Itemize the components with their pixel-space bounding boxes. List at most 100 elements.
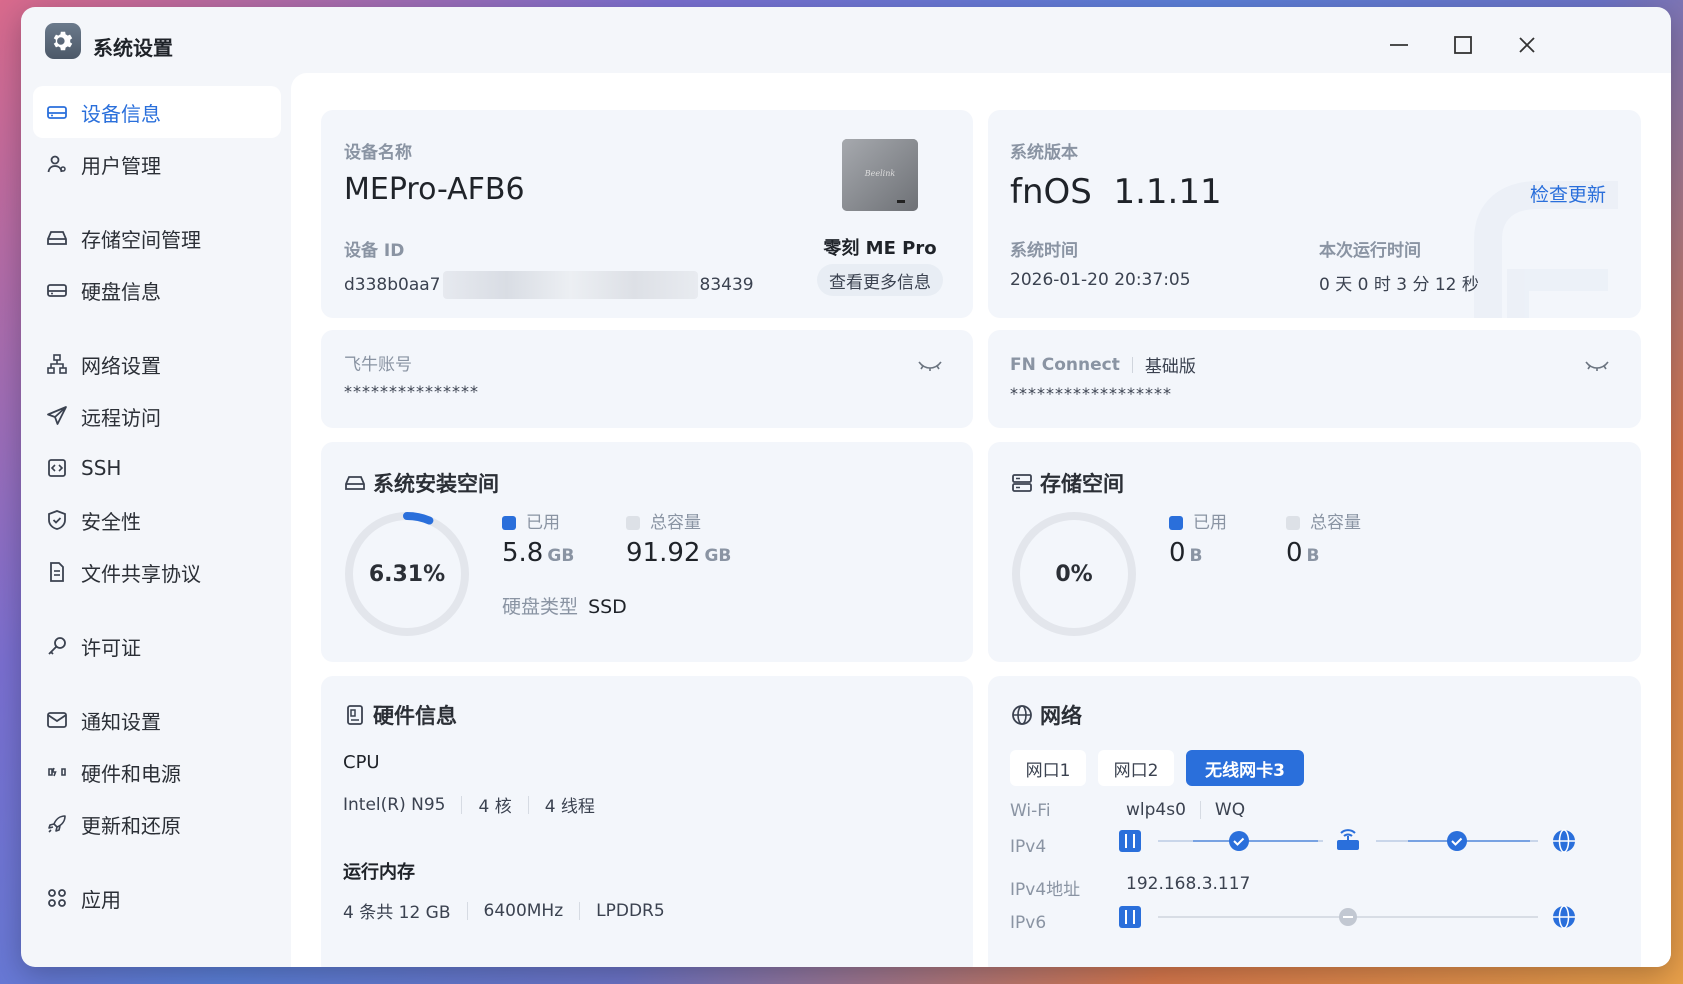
sidebar-item-label: 硬盘信息 xyxy=(81,279,161,304)
mail-icon xyxy=(47,712,67,728)
settings-window: 系统设置 设备信息 用户管理 存储空间管理 硬盘信息 网络设置 远程访问 SSH… xyxy=(21,7,1671,967)
wifi-info: wlp4s0 WQ xyxy=(1126,800,1245,820)
total-legend: 总容量 xyxy=(626,508,701,533)
account-label: 飞牛账号 xyxy=(344,355,412,375)
usage-percent: 0% xyxy=(1055,561,1093,587)
total-value: 91.92 GB xyxy=(626,538,731,568)
uptime-label: 本次运行时间 xyxy=(1319,241,1421,261)
legend-label: 已用 xyxy=(526,513,560,533)
used-value: 0B xyxy=(1169,538,1203,568)
sidebar-item-user-management[interactable]: 用户管理 xyxy=(33,138,281,190)
ipv4-connection-diagram xyxy=(1119,829,1575,853)
system-time-label: 系统时间 xyxy=(1010,241,1078,261)
sidebar: 设备信息 用户管理 存储空间管理 硬盘信息 网络设置 远程访问 SSH 安全性 xyxy=(21,77,291,967)
sidebar-item-hardware-power[interactable]: 硬件和电源 xyxy=(33,746,281,798)
check-icon xyxy=(1229,831,1249,851)
wifi-ssid: WQ xyxy=(1214,800,1246,820)
memory-total: 4 条共 12 GB xyxy=(343,903,451,923)
power-icon xyxy=(48,767,66,777)
sidebar-item-label: 应用 xyxy=(81,887,121,912)
network-icon xyxy=(47,354,67,374)
sidebar-item-file-sharing[interactable]: 文件共享协议 xyxy=(33,546,281,598)
sidebar-item-label: 远程访问 xyxy=(81,405,161,430)
close-button[interactable] xyxy=(1509,27,1545,63)
check-update-link[interactable]: 检查更新 xyxy=(1530,180,1606,207)
id-redaction-blur xyxy=(442,271,698,299)
sidebar-item-network-settings[interactable]: 网络设置 xyxy=(33,338,281,390)
sidebar-item-license[interactable]: 许可证 xyxy=(33,620,281,672)
more-info-button[interactable]: 查看更多信息 xyxy=(817,264,943,296)
title-bar: 系统设置 xyxy=(21,7,1671,77)
tab-wireless-3[interactable]: 无线网卡3 xyxy=(1186,750,1304,786)
fn-connect-value: ****************** xyxy=(1010,384,1172,403)
total-unit: B xyxy=(1306,546,1320,566)
fn-connect-label: FN Connect xyxy=(1010,354,1120,375)
section-title-text: 网络 xyxy=(1040,704,1082,728)
legend-label: 总容量 xyxy=(1310,513,1361,533)
device-name: MEPro-AFB6 xyxy=(344,172,525,207)
device-id-prefix: d338b0aa7 xyxy=(344,275,441,295)
wifi-interface: wlp4s0 xyxy=(1126,800,1186,820)
uptime: 0 天 0 时 3 分 12 秒 xyxy=(1319,275,1479,295)
key-icon xyxy=(48,637,66,655)
file-icon xyxy=(50,562,64,582)
tab-port-1[interactable]: 网口1 xyxy=(1010,750,1086,786)
account-value: *************** xyxy=(344,382,479,401)
maximize-button[interactable] xyxy=(1445,27,1481,63)
hardware-title: 硬件信息 xyxy=(343,700,457,730)
sidebar-item-security[interactable]: 安全性 xyxy=(33,494,281,546)
network-title: 网络 xyxy=(1010,700,1082,730)
svg-text:Beelink: Beelink xyxy=(864,169,896,178)
internet-globe-icon xyxy=(1553,905,1575,929)
globe-icon xyxy=(1012,705,1032,725)
memory-info: 4 条共 12 GB 6400MHz LPDDR5 xyxy=(343,898,665,924)
network-card: 网络 网口1 网口2 无线网卡3 Wi-Fi wlp4s0 WQ IPv4 IP… xyxy=(988,676,1641,967)
total-swatch xyxy=(626,516,640,530)
used-value: 5.8 GB xyxy=(502,538,574,568)
storage-space-title: 存储空间 xyxy=(1010,468,1124,498)
sidebar-item-label: 通知设置 xyxy=(81,709,161,734)
section-title-text: 硬件信息 xyxy=(373,704,457,728)
device-info-icon xyxy=(47,106,67,119)
router-icon xyxy=(1337,829,1359,850)
cpu-model: Intel(R) N95 xyxy=(343,794,446,815)
shield-icon xyxy=(48,510,66,530)
tab-port-2[interactable]: 网口2 xyxy=(1098,750,1174,786)
total-unit: GB xyxy=(704,546,732,566)
close-icon xyxy=(1519,37,1535,53)
sidebar-item-label: 存储空间管理 xyxy=(81,227,201,252)
system-version-card: 系统版本 fnOS 1.1.11 检查更新 系统时间 2026-01-20 20… xyxy=(988,110,1641,318)
used-number: 5.8 xyxy=(502,538,544,568)
used-swatch xyxy=(502,516,516,530)
apps-icon xyxy=(48,889,66,907)
sidebar-item-label: 更新和还原 xyxy=(81,813,181,838)
fn-connect-card: FN Connect 基础版 ****************** xyxy=(988,330,1641,428)
sidebar-item-disk-info[interactable]: 硬盘信息 xyxy=(33,264,281,316)
device-product-image: Beelink xyxy=(841,138,919,214)
eye-closed-icon[interactable] xyxy=(1584,358,1610,374)
disk-type-label: 硬盘类型 xyxy=(502,596,579,618)
sidebar-item-notification[interactable]: 通知设置 xyxy=(33,694,281,746)
sidebar-item-label: 许可证 xyxy=(81,635,141,660)
section-title-text: 存储空间 xyxy=(1040,472,1124,496)
sidebar-item-device-info[interactable]: 设备信息 xyxy=(33,86,281,138)
sidebar-item-remote-access[interactable]: 远程访问 xyxy=(33,390,281,442)
storage-icon xyxy=(1012,474,1032,492)
system-version: fnOS 1.1.11 xyxy=(1010,172,1222,212)
device-card: 设备名称 MEPro-AFB6 设备 ID d338b0aa7 83439 Be… xyxy=(321,110,973,318)
sidebar-item-update-restore[interactable]: 更新和还原 xyxy=(33,798,281,850)
sidebar-item-storage-management[interactable]: 存储空间管理 xyxy=(33,212,281,264)
storage-space-card: 存储空间 0% 已用 0B 总容量 0B xyxy=(988,442,1641,662)
total-value: 0B xyxy=(1286,538,1320,568)
sidebar-item-label: SSH xyxy=(81,456,122,480)
minimize-button[interactable] xyxy=(1381,27,1417,63)
cpu-label: CPU xyxy=(343,752,380,773)
internet-globe-icon xyxy=(1553,829,1575,853)
sidebar-item-ssh[interactable]: SSH xyxy=(33,442,281,494)
disk-icon xyxy=(47,284,67,297)
account-card: 飞牛账号 *************** xyxy=(321,330,973,428)
eye-closed-icon[interactable] xyxy=(917,358,943,374)
system-time: 2026-01-20 20:37:05 xyxy=(1010,270,1191,290)
sidebar-item-apps[interactable]: 应用 xyxy=(33,872,281,924)
used-number: 0 xyxy=(1169,538,1186,568)
